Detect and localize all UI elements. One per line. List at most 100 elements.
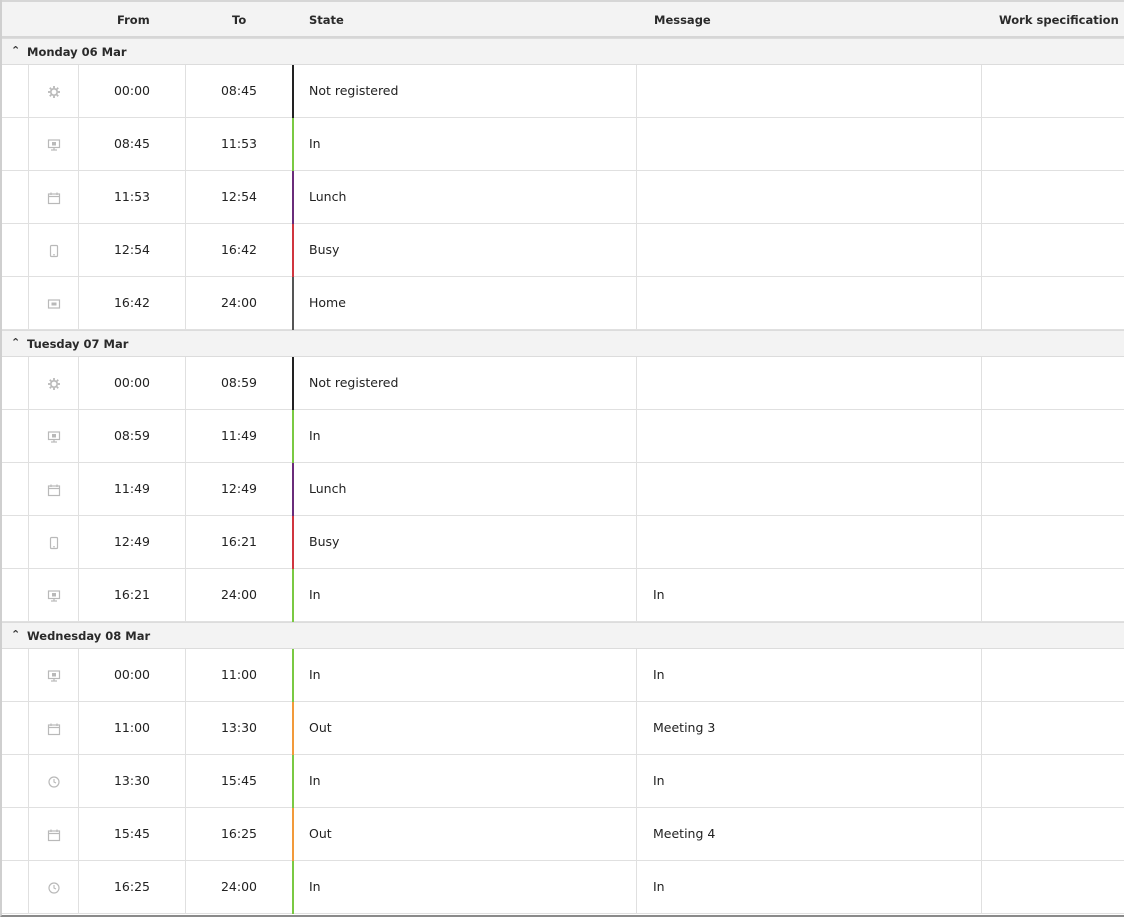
table-row[interactable]: 16:42 24:00 Home — [2, 277, 1124, 330]
state-cell: Lunch — [292, 463, 637, 516]
clock-icon — [47, 775, 61, 789]
message-cell — [637, 118, 982, 170]
state-label: In — [309, 773, 321, 788]
state-icon-cell — [29, 277, 79, 329]
gear-icon — [47, 85, 61, 99]
table-row[interactable]: 11:49 12:49 Lunch — [2, 463, 1124, 516]
group-label: Wednesday 08 Mar — [27, 629, 151, 643]
state-icon-cell — [29, 649, 79, 701]
row-indent — [2, 224, 29, 276]
work-specification-cell — [982, 649, 1124, 701]
table-row[interactable]: 08:45 11:53 In — [2, 118, 1124, 171]
monitor-icon — [47, 589, 61, 603]
state-cell: Not registered — [292, 65, 637, 118]
state-color-bar — [292, 171, 294, 224]
monitor-icon — [47, 138, 61, 152]
state-color-bar — [292, 516, 294, 569]
work-specification-cell — [982, 702, 1124, 754]
message-cell — [637, 65, 982, 117]
table-row[interactable]: 16:21 24:00 In In — [2, 569, 1124, 622]
from-cell: 16:21 — [79, 569, 186, 621]
state-color-bar — [292, 118, 294, 171]
to-cell: 11:53 — [220, 136, 258, 151]
column-header-message[interactable]: Message — [654, 2, 711, 38]
table-row[interactable]: 00:00 11:00 In In — [2, 649, 1124, 702]
table-row[interactable]: 13:30 15:45 In In — [2, 755, 1124, 808]
state-label: In — [309, 667, 321, 682]
calendar-icon — [47, 828, 61, 842]
from-cell: 00:00 — [79, 357, 186, 409]
work-specification-cell — [982, 65, 1124, 117]
group-header[interactable]: ⌃ Wednesday 08 Mar — [2, 622, 1124, 649]
work-specification-cell — [982, 357, 1124, 409]
row-indent — [2, 702, 29, 754]
message-cell — [637, 277, 982, 329]
work-specification-cell — [982, 516, 1124, 568]
message-cell — [637, 224, 982, 276]
from-cell: 11:00 — [79, 702, 186, 754]
column-header-state[interactable]: State — [309, 2, 344, 38]
message-cell: In — [637, 569, 982, 621]
home-screen-icon — [47, 297, 61, 311]
from-cell: 11:53 — [79, 171, 186, 223]
to-cell: 24:00 — [220, 295, 258, 310]
to-cell: 13:30 — [220, 720, 258, 735]
state-color-bar — [292, 861, 294, 914]
column-header-from[interactable]: From — [117, 2, 150, 38]
table-row[interactable]: 12:49 16:21 Busy — [2, 516, 1124, 569]
state-icon-cell — [29, 171, 79, 223]
phone-icon — [47, 244, 61, 258]
column-header-to[interactable]: To — [232, 2, 246, 38]
from-cell: 11:49 — [79, 463, 186, 515]
state-color-bar — [292, 65, 294, 118]
table-row[interactable]: 11:00 13:30 Out Meeting 3 — [2, 702, 1124, 755]
table-row[interactable]: 00:00 08:45 Not registered — [2, 65, 1124, 118]
phone-icon — [47, 536, 61, 550]
state-color-bar — [292, 410, 294, 463]
state-cell: In — [292, 410, 637, 463]
table-row[interactable]: 00:00 08:59 Not registered — [2, 357, 1124, 410]
row-indent — [2, 569, 29, 621]
message-cell: Meeting 4 — [637, 808, 982, 860]
table-row[interactable]: 16:25 24:00 In In — [2, 861, 1124, 914]
from-cell: 16:25 — [79, 861, 186, 913]
collapse-chevron-icon[interactable]: ⌃ — [11, 335, 20, 351]
state-label: Lunch — [309, 189, 347, 204]
calendar-icon — [47, 483, 61, 497]
state-cell: Home — [292, 277, 637, 330]
to-cell: 24:00 — [220, 587, 258, 602]
collapse-chevron-icon[interactable]: ⌃ — [11, 43, 20, 59]
message-cell — [637, 516, 982, 568]
collapse-chevron-icon[interactable]: ⌃ — [11, 627, 20, 643]
to-cell: 16:25 — [220, 826, 258, 841]
state-icon-cell — [29, 410, 79, 462]
state-cell: Busy — [292, 224, 637, 277]
message-cell — [637, 463, 982, 515]
state-color-bar — [292, 463, 294, 516]
from-cell: 12:54 — [79, 224, 186, 276]
message-cell — [637, 171, 982, 223]
calendar-icon — [47, 722, 61, 736]
state-color-bar — [292, 808, 294, 861]
message-cell — [637, 410, 982, 462]
table-row[interactable]: 11:53 12:54 Lunch — [2, 171, 1124, 224]
to-cell: 15:45 — [220, 773, 258, 788]
state-icon-cell — [29, 755, 79, 807]
table-row[interactable]: 15:45 16:25 Out Meeting 4 — [2, 808, 1124, 861]
work-specification-cell — [982, 463, 1124, 515]
from-cell: 08:45 — [79, 118, 186, 170]
state-icon-cell — [29, 118, 79, 170]
table-row[interactable]: 12:54 16:42 Busy — [2, 224, 1124, 277]
group-header[interactable]: ⌃ Monday 06 Mar — [2, 38, 1124, 65]
column-header-work-specification[interactable]: Work specification — [999, 2, 1119, 38]
row-indent — [2, 516, 29, 568]
row-indent — [2, 649, 29, 701]
to-cell: 08:45 — [220, 83, 258, 98]
table-row[interactable]: 08:59 11:49 In — [2, 410, 1124, 463]
state-cell: In — [292, 569, 637, 622]
state-color-bar — [292, 649, 294, 702]
state-icon-cell — [29, 224, 79, 276]
to-cell: 12:49 — [220, 481, 258, 496]
row-indent — [2, 755, 29, 807]
group-header[interactable]: ⌃ Tuesday 07 Mar — [2, 330, 1124, 357]
